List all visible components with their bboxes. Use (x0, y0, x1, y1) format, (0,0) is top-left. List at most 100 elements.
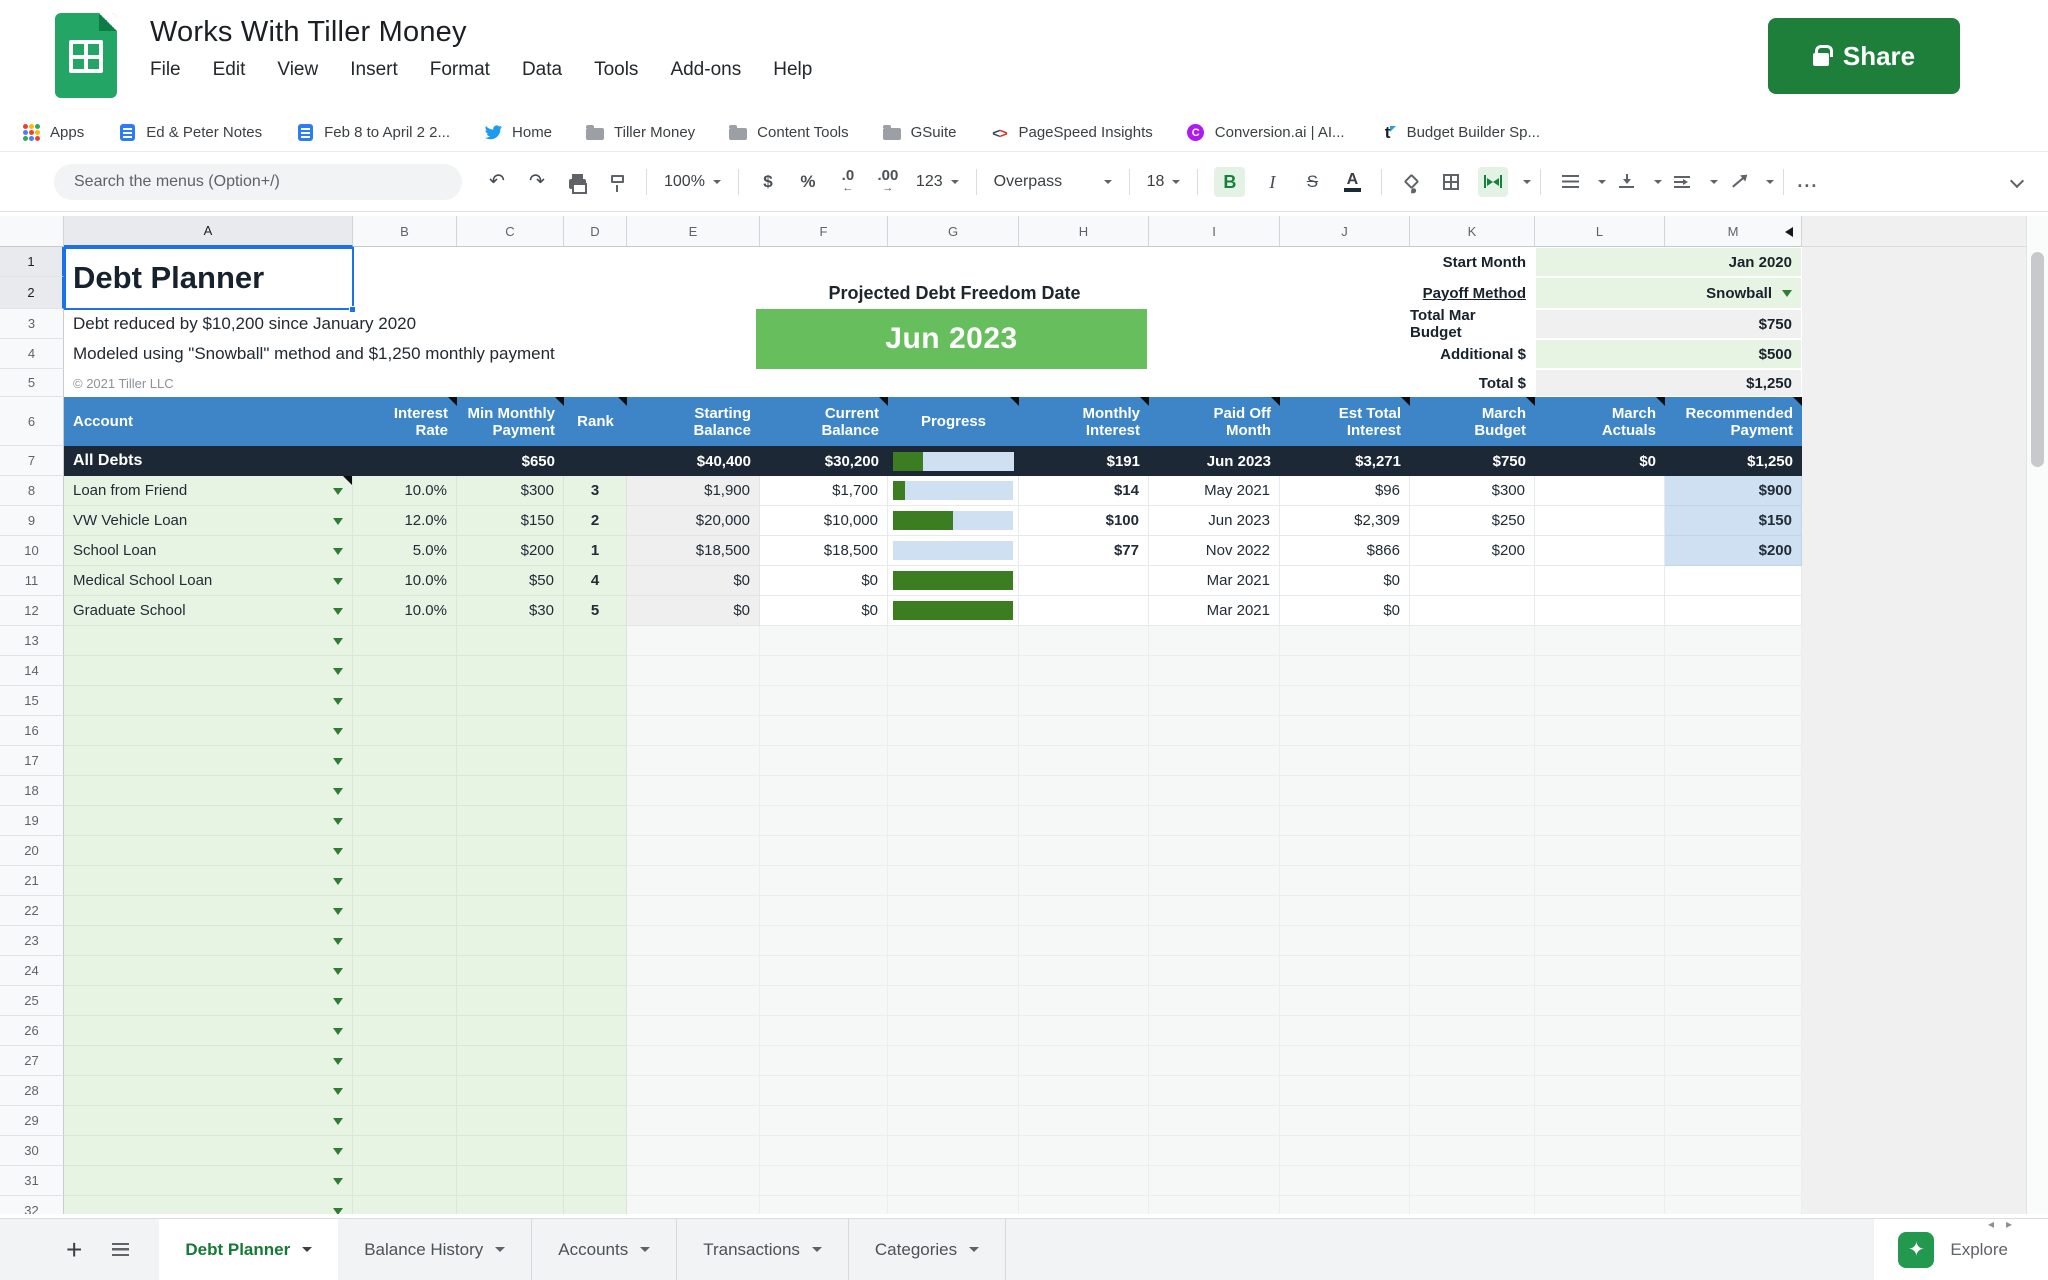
cell-K22[interactable] (1410, 896, 1535, 926)
account-dropdown-icon[interactable] (333, 1178, 343, 1185)
cell-M15[interactable] (1665, 686, 1802, 716)
cell-H23[interactable] (1019, 926, 1149, 956)
cell-A27[interactable] (64, 1046, 353, 1076)
cell-J8[interactable]: $96 (1280, 476, 1410, 506)
cell-I31[interactable] (1149, 1166, 1280, 1196)
cell-A28[interactable] (64, 1076, 353, 1106)
row-header-1[interactable]: 1 (0, 247, 64, 277)
cell-E18[interactable] (627, 776, 760, 806)
cell-M27[interactable] (1665, 1046, 1802, 1076)
cell-B19[interactable] (353, 806, 457, 836)
account-dropdown-icon[interactable] (333, 938, 343, 945)
cell-I27[interactable] (1149, 1046, 1280, 1076)
chevron-down-icon[interactable] (1766, 180, 1774, 184)
cell-K26[interactable] (1410, 1016, 1535, 1046)
cell-D10[interactable]: 1 (564, 536, 627, 566)
account-dropdown-icon[interactable] (333, 1058, 343, 1065)
row-header-5[interactable]: 5 (0, 369, 64, 397)
cell-D26[interactable] (564, 1016, 627, 1046)
cell-F11[interactable]: $0 (760, 566, 888, 596)
cell-K18[interactable] (1410, 776, 1535, 806)
cell-D5[interactable] (564, 369, 627, 397)
scrollbar-thumb[interactable] (2031, 252, 2044, 467)
cell-C14[interactable] (457, 656, 564, 686)
cell-L7[interactable]: $0 (1535, 446, 1665, 476)
fill-color-icon[interactable] (1398, 167, 1424, 197)
cell-A9[interactable]: VW Vehicle Loan (64, 506, 353, 536)
cell-L15[interactable] (1535, 686, 1665, 716)
row-header-8[interactable]: 8 (0, 476, 64, 506)
dropdown-icon[interactable] (1782, 290, 1792, 297)
cell-K20[interactable] (1410, 836, 1535, 866)
cell-L19[interactable] (1535, 806, 1665, 836)
format-currency-button[interactable]: $ (755, 167, 781, 197)
cell-D11[interactable]: 4 (564, 566, 627, 596)
cell-L14[interactable] (1535, 656, 1665, 686)
document-title[interactable]: Works With Tiller Money (150, 16, 812, 49)
cell-I12[interactable]: Mar 2021 (1149, 596, 1280, 626)
menu-data[interactable]: Data (522, 59, 562, 81)
cell-K9[interactable]: $250 (1410, 506, 1535, 536)
cell-H30[interactable] (1019, 1136, 1149, 1166)
row-header-11[interactable]: 11 (0, 566, 64, 596)
cell-J18[interactable] (1280, 776, 1410, 806)
cell-L31[interactable] (1535, 1166, 1665, 1196)
cell-K16[interactable] (1410, 716, 1535, 746)
cell-C8[interactable]: $300 (457, 476, 564, 506)
account-dropdown-icon[interactable] (333, 518, 343, 525)
cell-F19[interactable] (760, 806, 888, 836)
cell-A29[interactable] (64, 1106, 353, 1136)
row-header-12[interactable]: 12 (0, 596, 64, 626)
cell-B16[interactable] (353, 716, 457, 746)
cell-J24[interactable] (1280, 956, 1410, 986)
cell-J25[interactable] (1280, 986, 1410, 1016)
cell-F10[interactable]: $18,500 (760, 536, 888, 566)
cell-I25[interactable] (1149, 986, 1280, 1016)
cell-M9[interactable]: $150 (1665, 506, 1802, 536)
cell-G14[interactable] (888, 656, 1019, 686)
column-header-K[interactable]: K (1410, 216, 1535, 247)
cell-M22[interactable] (1665, 896, 1802, 926)
cell-C27[interactable] (457, 1046, 564, 1076)
italic-button[interactable]: I (1259, 167, 1285, 197)
scroll-left-icon[interactable]: ◂ (1988, 1217, 1994, 1231)
cell-B24[interactable] (353, 956, 457, 986)
menu-view[interactable]: View (277, 59, 318, 81)
strikethrough-button[interactable]: S (1299, 167, 1325, 197)
paint-format-icon[interactable] (604, 167, 630, 197)
zoom-select[interactable]: 100% (664, 167, 721, 197)
cell-B21[interactable] (353, 866, 457, 896)
cell-M26[interactable] (1665, 1016, 1802, 1046)
setting-label-start-month[interactable]: Start Month (1410, 247, 1535, 277)
column-header-E[interactable]: E (627, 216, 760, 247)
cell-E29[interactable] (627, 1106, 760, 1136)
account-dropdown-icon[interactable] (333, 788, 343, 795)
cell-D24[interactable] (564, 956, 627, 986)
cell-F12[interactable]: $0 (760, 596, 888, 626)
account-dropdown-icon[interactable] (333, 1028, 343, 1035)
setting-label-additional[interactable]: Additional $ (1410, 339, 1535, 369)
cell-M31[interactable] (1665, 1166, 1802, 1196)
cell-L12[interactable] (1535, 596, 1665, 626)
search-input[interactable] (54, 164, 462, 200)
cell-I3[interactable] (1149, 309, 1280, 339)
cell-D32[interactable] (564, 1196, 627, 1214)
cell-C20[interactable] (457, 836, 564, 866)
cell-I10[interactable]: Nov 2022 (1149, 536, 1280, 566)
cell-D28[interactable] (564, 1076, 627, 1106)
borders-icon[interactable] (1438, 167, 1464, 197)
horizontal-align-icon[interactable] (1557, 167, 1583, 197)
cell-C26[interactable] (457, 1016, 564, 1046)
cell-J31[interactable] (1280, 1166, 1410, 1196)
cell-L25[interactable] (1535, 986, 1665, 1016)
cell-K21[interactable] (1410, 866, 1535, 896)
row-header-17[interactable]: 17 (0, 746, 64, 776)
cell-H13[interactable] (1019, 626, 1149, 656)
setting-value-additional[interactable]: $500 (1535, 339, 1802, 369)
cell-A10[interactable]: School Loan (64, 536, 353, 566)
cell-C32[interactable] (457, 1196, 564, 1214)
cell-G23[interactable] (888, 926, 1019, 956)
account-dropdown-icon[interactable] (333, 578, 343, 585)
cell-M7[interactable]: $1,250 (1665, 446, 1802, 476)
account-dropdown-icon[interactable] (333, 1208, 343, 1215)
